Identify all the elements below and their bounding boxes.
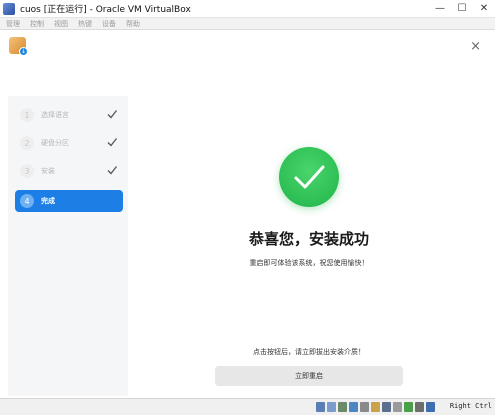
step-number: 4	[20, 194, 34, 208]
download-badge-icon: ↓	[19, 47, 28, 56]
optical-drive-icon[interactable]	[327, 402, 336, 412]
status-bar: Right Ctrl	[0, 398, 495, 415]
step-sidebar: 1 选择语言 2 硬盘分区 3 安装 4 完成	[8, 96, 128, 396]
host-key-label: Right Ctrl	[449, 402, 492, 410]
check-icon	[107, 110, 118, 119]
menu-devices[interactable]: 设备	[102, 19, 116, 29]
network-icon[interactable]	[349, 402, 358, 412]
remove-media-hint: 点击按钮后，请立即拔出安装介质！	[253, 348, 365, 356]
step-disk-partition: 2 硬盘分区	[15, 132, 123, 154]
installer-close-button[interactable]: ×	[470, 40, 481, 53]
step-label: 硬盘分区	[41, 139, 69, 147]
step-select-language: 1 选择语言	[15, 104, 123, 126]
menu-view[interactable]: 视图	[54, 19, 68, 29]
success-check-icon	[279, 147, 339, 207]
window-controls: — ☐ ✕	[429, 0, 495, 17]
virtualbox-icon	[3, 2, 15, 15]
cpu-icon[interactable]	[404, 402, 413, 412]
step-number: 3	[20, 164, 34, 178]
mouse-integration-icon[interactable]	[415, 402, 424, 412]
step-finish: 4 完成	[15, 190, 123, 212]
check-icon	[107, 166, 118, 175]
step-label: 安装	[41, 167, 55, 175]
shared-folder-icon[interactable]	[371, 402, 380, 412]
step-number: 2	[20, 136, 34, 150]
step-label: 选择语言	[41, 111, 69, 119]
device-indicators	[314, 402, 435, 412]
keyboard-icon[interactable]	[426, 402, 435, 412]
minimize-button[interactable]: —	[429, 0, 451, 17]
step-number: 1	[20, 108, 34, 122]
close-button[interactable]: ✕	[473, 0, 495, 17]
hdd-icon[interactable]	[316, 402, 325, 412]
menu-control[interactable]: 控制	[30, 19, 44, 29]
check-icon	[107, 138, 118, 147]
step-install: 3 安装	[15, 160, 123, 182]
menu-manage[interactable]: 管理	[6, 19, 20, 29]
usb-icon[interactable]	[360, 402, 369, 412]
maximize-button[interactable]: ☐	[451, 0, 473, 17]
window-title-bar: cuos [正在运行] - Oracle VM VirtualBox — ☐ ✕	[0, 0, 495, 18]
recording-icon[interactable]	[393, 402, 402, 412]
installer-logo-icon: ↓	[9, 37, 28, 56]
window-title: cuos [正在运行] - Oracle VM VirtualBox	[20, 5, 191, 15]
menu-hotkeys[interactable]: 热键	[78, 19, 92, 29]
reboot-now-button[interactable]: 立即重启	[215, 366, 403, 386]
audio-icon[interactable]	[338, 402, 347, 412]
success-title: 恭喜您，安装成功	[248, 230, 369, 248]
display-icon[interactable]	[382, 402, 391, 412]
success-message: 重启即可体验该系统，祝您使用愉快！	[249, 259, 369, 267]
step-label: 完成	[41, 197, 55, 205]
menu-help[interactable]: 帮助	[126, 19, 140, 29]
menu-bar: 管理 控制 视图 热键 设备 帮助	[0, 18, 495, 30]
